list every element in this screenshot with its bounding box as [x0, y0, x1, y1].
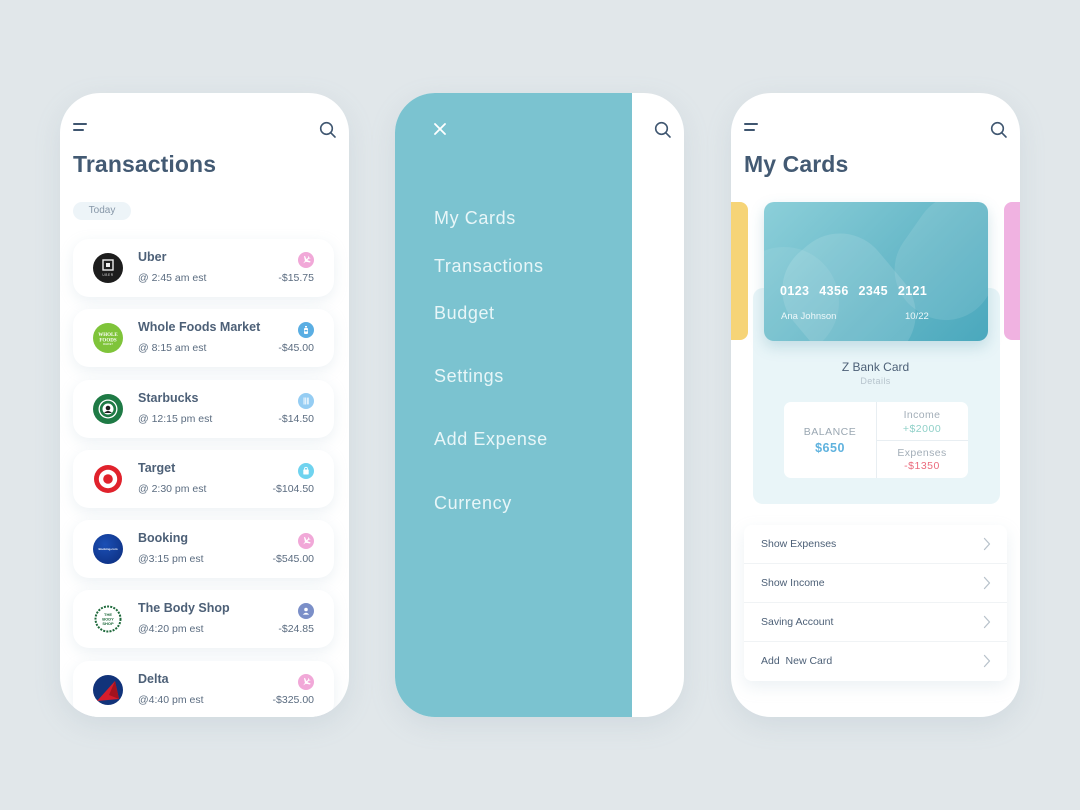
card-holder-name: Ana Johnson — [781, 311, 837, 322]
transaction-amount: -$325.00 — [272, 693, 314, 706]
expenses-value: -$1350 — [904, 460, 940, 472]
transaction-row[interactable]: UBER Uber @ 2:45 am est -$15.75 — [73, 239, 334, 297]
whole-foods-logo: WHOLE FOODS MARKET — [93, 323, 123, 354]
transaction-amount: -$24.85 — [278, 623, 314, 636]
merchant-name: Target — [138, 460, 176, 475]
balance-label: BALANCE — [803, 426, 857, 438]
bottle-icon — [298, 322, 314, 339]
transaction-time: @4:40 pm est — [138, 693, 204, 706]
chevron-right-icon — [983, 537, 991, 551]
navigation-drawer: My Cards Transactions Budget Settings Ad… — [395, 93, 632, 717]
next-card-peek[interactable] — [1004, 202, 1020, 340]
option-label: Saving Account — [761, 616, 834, 628]
hamburger-menu-icon[interactable] — [73, 123, 89, 133]
card-options-list: Show Expenses Show Income Saving Account… — [744, 525, 1007, 681]
card-expiry: 10/22 — [905, 311, 929, 322]
svg-text:MARKET: MARKET — [103, 343, 114, 346]
plane-icon — [298, 673, 314, 690]
search-icon[interactable] — [990, 121, 1008, 139]
chevron-right-icon — [983, 654, 991, 668]
merchant-name: Uber — [138, 250, 167, 264]
transaction-amount: -$45.00 — [278, 342, 314, 355]
option-show-expenses[interactable]: Show Expenses — [744, 525, 1007, 564]
menu-item-currency[interactable]: Currency — [434, 493, 512, 514]
transaction-time: @4:20 pm est — [138, 623, 204, 636]
transaction-row[interactable]: Delta @4:40 pm est -$325.00 — [73, 660, 334, 717]
page-title: Transactions — [73, 151, 217, 177]
transaction-row[interactable]: Starbucks @ 12:15 pm est -$14.50 — [73, 379, 334, 438]
transaction-row[interactable]: THE BODY SHOP The Body Shop @4:20 pm est -… — [73, 590, 334, 649]
previous-card-peek[interactable] — [731, 202, 748, 340]
transaction-list: UBER Uber @ 2:45 am est -$15.75 WHOLE FOO… — [73, 239, 334, 717]
body-shop-logo: THE BODY SHOP — [93, 604, 123, 635]
merchant-name: Delta — [138, 671, 169, 686]
plane-icon — [298, 252, 314, 268]
divider — [876, 440, 968, 441]
delta-logo — [93, 674, 123, 705]
transaction-row[interactable]: Target @ 2:30 pm est -$104.50 — [73, 449, 334, 508]
menu-item-budget[interactable]: Budget — [434, 303, 495, 324]
chevron-right-icon — [983, 576, 991, 590]
target-logo — [93, 463, 123, 494]
option-saving-account[interactable]: Saving Account — [744, 603, 1007, 642]
person-icon — [298, 603, 314, 620]
svg-text:Booking.com: Booking.com — [98, 547, 117, 551]
merchant-name: Whole Foods Market — [138, 320, 261, 335]
merchant-name: Booking — [138, 531, 188, 546]
transaction-row[interactable]: WHOLE FOODS MARKET Whole Foods Market @ 8:… — [73, 309, 334, 368]
menu-item-settings[interactable]: Settings — [434, 366, 504, 387]
option-label: Show Income — [761, 577, 825, 589]
balance-value: $650 — [815, 441, 845, 455]
transaction-time: @3:15 pm est — [138, 553, 204, 566]
search-icon[interactable] — [654, 121, 672, 139]
credit-card[interactable]: 0123 4356 2345 2121 Ana Johnson 10/22 — [764, 202, 988, 341]
option-label: Add New Card — [761, 655, 833, 667]
hamburger-menu-icon[interactable] — [744, 123, 760, 133]
page-title: My Cards — [744, 151, 849, 177]
menu-item-my-cards[interactable]: My Cards — [434, 208, 516, 229]
search-icon[interactable] — [319, 121, 337, 139]
starbucks-logo — [93, 393, 123, 424]
card-stats: BALANCE $650 Income +$2000 Expenses -$13… — [784, 402, 968, 478]
transaction-time: @ 12:15 pm est — [138, 412, 213, 425]
card-number: 0123 4356 2345 2121 — [780, 284, 928, 298]
chevron-right-icon — [983, 615, 991, 629]
income-label: Income — [903, 409, 941, 421]
merchant-name: Starbucks — [138, 390, 199, 405]
option-label: Show Expenses — [761, 538, 837, 550]
uber-logo: UBER — [93, 253, 123, 283]
transaction-time: @ 2:45 am est — [138, 272, 207, 284]
menu-screen: 5.75 5.00 4.50 4.50 5.00 4.85 5.00 My Ca… — [395, 93, 684, 717]
transaction-row[interactable]: Booking.com Booking @3:15 pm est -$545.0… — [73, 520, 334, 579]
transaction-amount: -$545.00 — [272, 553, 314, 566]
booking-logo: Booking.com — [93, 534, 123, 565]
shopping-bag-icon — [298, 462, 314, 479]
svg-text:UBER: UBER — [102, 273, 113, 277]
menu-item-transactions[interactable]: Transactions — [434, 256, 544, 277]
date-filter-chip[interactable]: Today — [73, 202, 131, 220]
transactions-screen: Transactions Today UBER Uber @ 2:45 am e… — [60, 93, 349, 717]
my-cards-screen: My Cards 0123 4356 2345 2121 Ana Johnson… — [731, 93, 1020, 717]
fork-knife-icon — [298, 392, 314, 409]
transaction-amount: -$15.75 — [278, 272, 314, 284]
details-link[interactable]: Details — [731, 376, 1020, 386]
svg-text:WHOLE: WHOLE — [98, 333, 118, 338]
merchant-name: The Body Shop — [138, 601, 230, 616]
menu-item-add-expense[interactable]: Add Expense — [434, 429, 548, 450]
expenses-label: Expenses — [897, 447, 947, 459]
svg-text:SHOP: SHOP — [102, 621, 114, 626]
income-value: +$2000 — [902, 423, 942, 435]
plane-icon — [298, 533, 314, 550]
option-add-new-card[interactable]: Add New Card — [744, 642, 1007, 681]
transaction-time: @ 8:15 am est — [138, 342, 207, 355]
transaction-amount: -$14.50 — [278, 412, 314, 425]
bank-card-name: Z Bank Card — [841, 360, 910, 374]
transaction-amount: -$104.50 — [272, 482, 314, 495]
option-show-income[interactable]: Show Income — [744, 564, 1007, 603]
transaction-time: @ 2:30 pm est — [138, 482, 207, 495]
close-icon[interactable] — [432, 121, 448, 137]
